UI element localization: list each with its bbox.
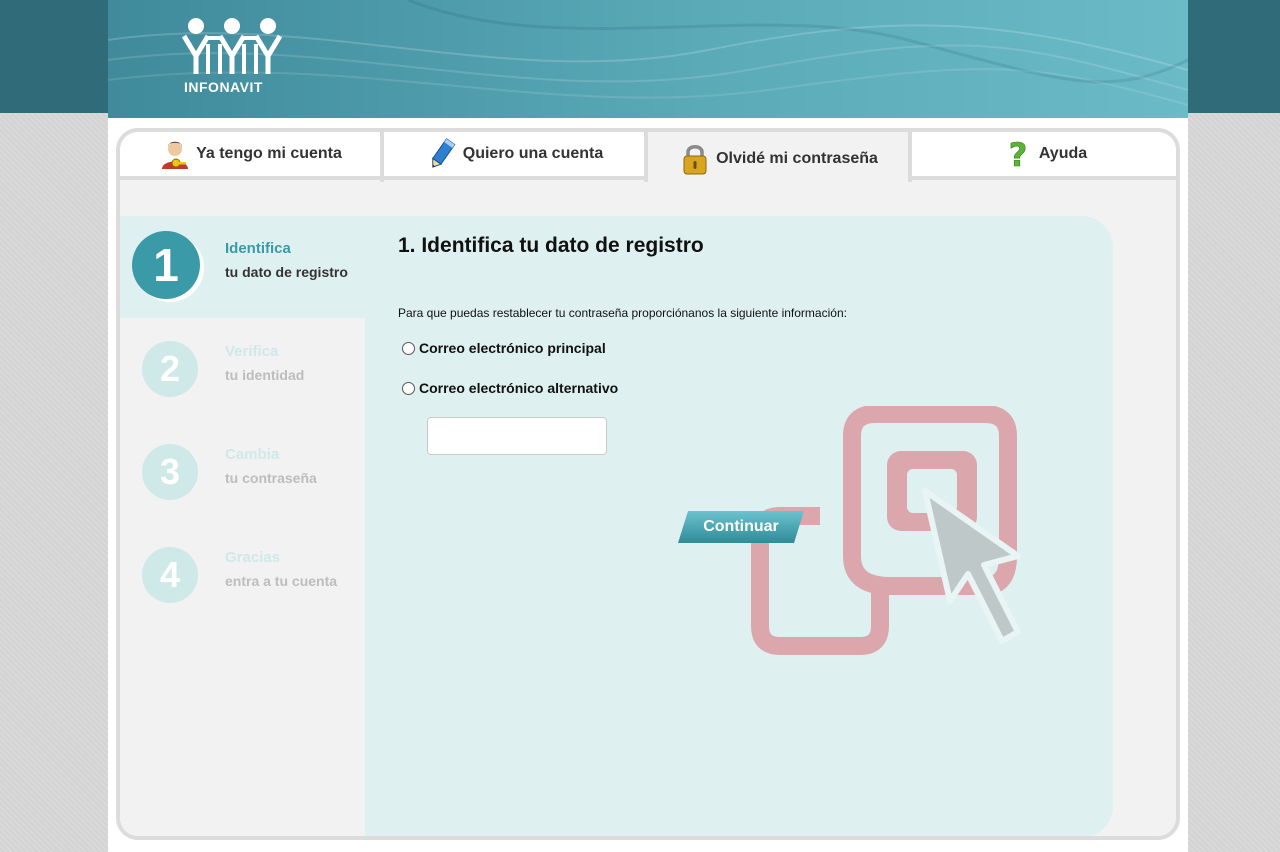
brand-name: INFONAVIT: [184, 79, 263, 95]
step-title: Cambia: [225, 446, 280, 463]
tab-label: Ayuda: [1038, 145, 1088, 162]
tab-label: Olvidé mi contraseña: [716, 150, 878, 167]
radio-correo-alternativo[interactable]: [402, 381, 415, 395]
padlock-icon: [683, 145, 707, 175]
radio-correo-principal[interactable]: [402, 341, 415, 355]
header-banner: INFONAVIT: [108, 0, 1188, 118]
step-title: Identifica: [225, 240, 291, 257]
pencil-icon: [431, 138, 456, 168]
form-intro-text: Para que puedas restablecer tu contraseñ…: [398, 306, 847, 320]
option-correo-alternativo[interactable]: Correo electrónico alternativo: [402, 380, 618, 396]
step-gracias: 4 Gracias entra a tu cuenta: [120, 522, 365, 624]
tab-label: Quiero una cuenta: [462, 145, 604, 162]
step-subtitle: tu contraseña: [225, 470, 317, 486]
step-subtitle: tu identidad: [225, 367, 305, 383]
tab-bar: Ya tengo mi cuenta Quiero una cuenta Olv…: [120, 132, 1176, 186]
option-label: Correo electrónico principal: [419, 340, 606, 356]
question-mark-icon: ?: [1008, 137, 1028, 171]
step-title: Gracias: [225, 549, 281, 566]
page: INFONAVIT Ya tengo mi cuenta Quiero una …: [108, 0, 1188, 852]
button-label: Continuar: [703, 518, 779, 535]
steps-sidebar: 1 Identifica tu dato de registro 2 Verif…: [120, 216, 365, 836]
step-title: Verifica: [225, 343, 279, 360]
step-verifica: 2 Verifica tu identidad: [120, 318, 365, 420]
step-number-badge: 4: [142, 547, 198, 603]
option-correo-principal[interactable]: Correo electrónico principal: [402, 340, 606, 356]
form-title: 1. Identifica tu dato de registro: [398, 234, 704, 257]
tab-label: Ya tengo mi cuenta: [196, 145, 342, 162]
user-key-icon: [162, 141, 189, 169]
step-cambia: 3 Cambia tu contraseña: [120, 420, 365, 522]
option-label: Correo electrónico alternativo: [419, 380, 619, 396]
svg-text:?: ?: [1009, 137, 1028, 171]
tab-olvide-mi-contrasena[interactable]: Olvidé mi contraseña: [648, 132, 908, 186]
step-subtitle: entra a tu cuenta: [225, 573, 338, 589]
continuar-button[interactable]: Continuar: [678, 511, 804, 543]
tab-quiero-una-cuenta[interactable]: Quiero una cuenta: [384, 132, 644, 180]
main-frame: Ya tengo mi cuenta Quiero una cuenta Olv…: [116, 128, 1180, 840]
step-number-badge: 1: [132, 231, 200, 299]
step-subtitle: tu dato de registro: [225, 264, 348, 280]
step-identifica: 1 Identifica tu dato de registro: [120, 216, 365, 318]
step-number-badge: 3: [142, 444, 198, 500]
step-number-badge: 2: [142, 341, 198, 397]
tab-ayuda[interactable]: ? Ayuda: [912, 132, 1176, 180]
email-input[interactable]: [427, 417, 607, 455]
content-panel: 1 Identifica tu dato de registro 2 Verif…: [120, 216, 1113, 836]
tab-ya-tengo-mi-cuenta[interactable]: Ya tengo mi cuenta: [120, 132, 380, 180]
